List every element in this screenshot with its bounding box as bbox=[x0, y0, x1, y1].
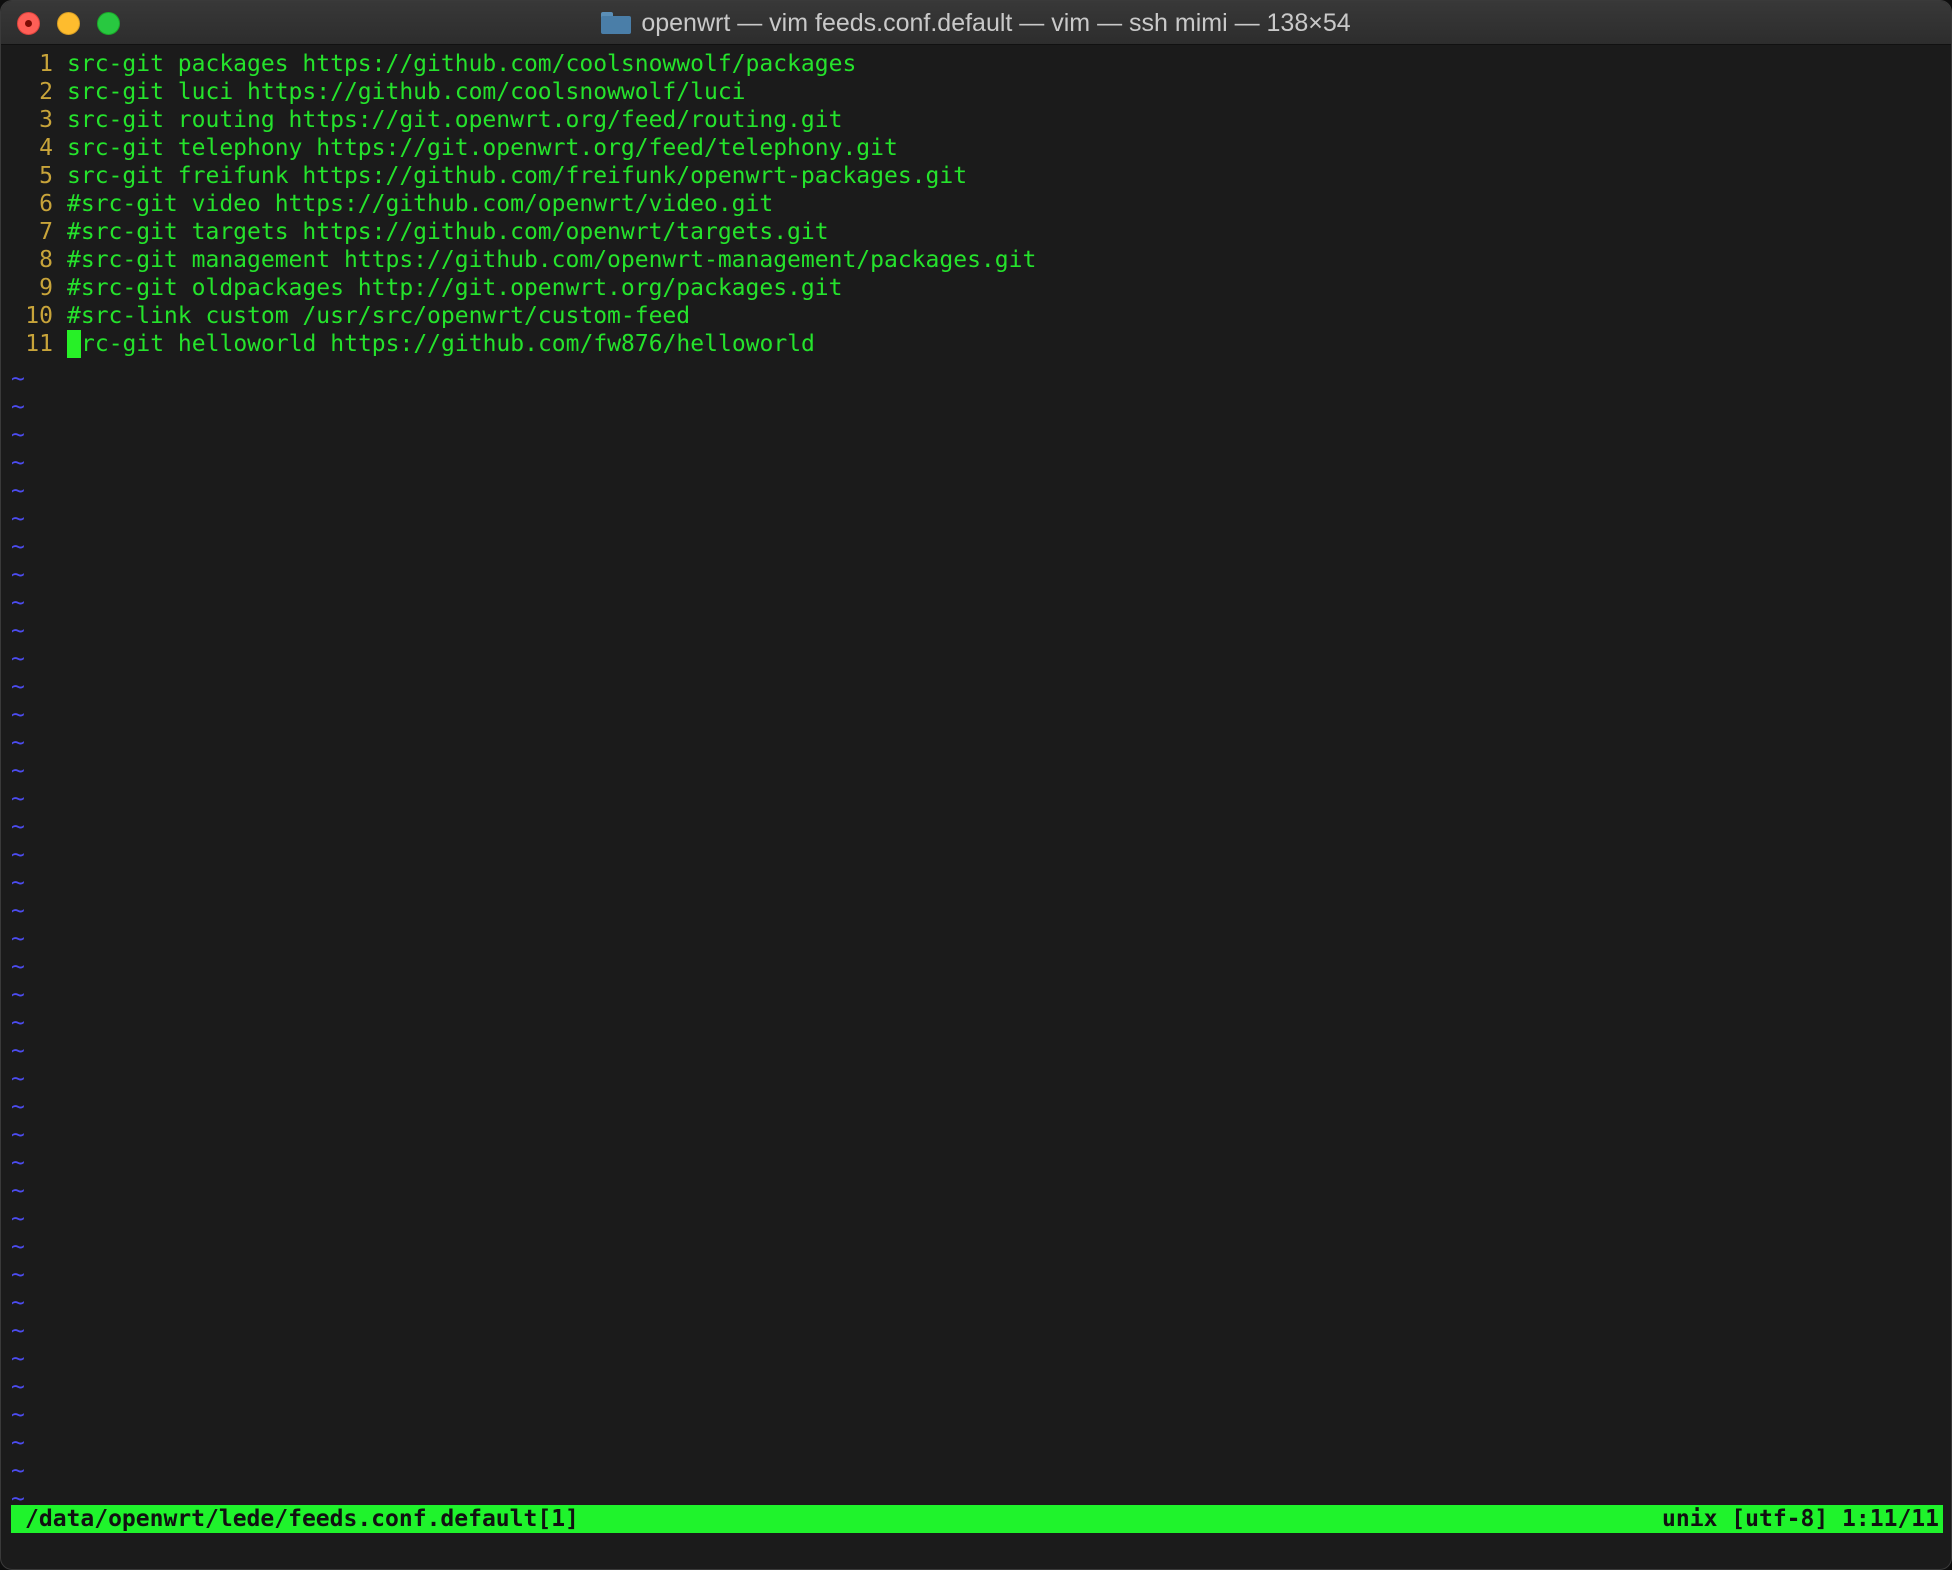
window-title: openwrt — vim feeds.conf.default — vim —… bbox=[641, 8, 1351, 37]
file-path: /data/openwrt/lede/feeds.conf.default[1] bbox=[25, 1506, 579, 1532]
empty-line-marker: ~ bbox=[11, 450, 25, 476]
code-line[interactable]: 7 #src-git targets https://github.com/ope… bbox=[1, 218, 829, 246]
line-number: 2 bbox=[39, 79, 53, 105]
empty-line-marker: ~ bbox=[11, 534, 25, 560]
folder-icon bbox=[601, 12, 632, 34]
empty-line-marker: ~ bbox=[11, 842, 25, 868]
empty-line-marker: ~ bbox=[11, 1458, 25, 1484]
empty-line-marker: ~ bbox=[11, 954, 25, 980]
line-number: 7 bbox=[39, 219, 53, 245]
line-text: #src-git video https://github.com/openwr… bbox=[67, 191, 774, 217]
empty-line-marker: ~ bbox=[11, 1178, 25, 1204]
code-line-current[interactable]: 11 rc-git helloworld https://github.com/f… bbox=[1, 330, 815, 358]
code-line[interactable]: 8 #src-git management https://github.com/… bbox=[1, 246, 1036, 274]
empty-line-marker: ~ bbox=[11, 506, 25, 532]
empty-line-marker: ~ bbox=[11, 562, 25, 588]
empty-line-marker: ~ bbox=[11, 1038, 25, 1064]
empty-line-marker: ~ bbox=[11, 758, 25, 784]
text-cursor bbox=[67, 330, 81, 358]
code-line[interactable]: 10 #src-link custom /usr/src/openwrt/cust… bbox=[1, 302, 690, 330]
empty-line-marker: ~ bbox=[11, 366, 25, 392]
empty-line-marker: ~ bbox=[11, 1430, 25, 1456]
empty-line-marker: ~ bbox=[11, 1374, 25, 1400]
file-info: unix [utf-8] 1:11/11 bbox=[1662, 1506, 1939, 1532]
empty-line-marker: ~ bbox=[11, 1402, 25, 1428]
line-text: src-git telephony https://git.openwrt.or… bbox=[67, 135, 898, 161]
line-text: src-git luci https://github.com/coolsnow… bbox=[67, 79, 746, 105]
line-number: 1 bbox=[39, 51, 53, 77]
line-number: 3 bbox=[39, 107, 53, 133]
empty-line-marker: ~ bbox=[11, 814, 25, 840]
empty-line-marker: ~ bbox=[11, 590, 25, 616]
line-number: 11 bbox=[25, 331, 53, 357]
terminal-window: openwrt — vim feeds.conf.default — vim —… bbox=[0, 0, 1952, 1570]
empty-line-marker: ~ bbox=[11, 702, 25, 728]
empty-line-marker: ~ bbox=[11, 394, 25, 420]
empty-line-marker: ~ bbox=[11, 1206, 25, 1232]
empty-line-marker: ~ bbox=[11, 1234, 25, 1260]
line-text: src-git routing https://git.openwrt.org/… bbox=[67, 107, 843, 133]
empty-line-marker: ~ bbox=[11, 730, 25, 756]
line-number: 8 bbox=[39, 247, 53, 273]
empty-line-marker: ~ bbox=[11, 786, 25, 812]
code-line[interactable]: 4 src-git telephony https://git.openwrt.o… bbox=[1, 134, 898, 162]
line-text: rc-git helloworld https://github.com/fw8… bbox=[81, 331, 815, 357]
code-line[interactable]: 1 src-git packages https://github.com/coo… bbox=[1, 50, 856, 78]
empty-line-marker: ~ bbox=[11, 1346, 25, 1372]
line-number: 5 bbox=[39, 163, 53, 189]
code-line[interactable]: 5 src-git freifunk https://github.com/fre… bbox=[1, 162, 967, 190]
title-bar[interactable]: openwrt — vim feeds.conf.default — vim —… bbox=[1, 1, 1951, 45]
code-line[interactable]: 6 #src-git video https://github.com/openw… bbox=[1, 190, 773, 218]
empty-line-marker: ~ bbox=[11, 926, 25, 952]
empty-line-marker: ~ bbox=[11, 1318, 25, 1344]
empty-line-marker: ~ bbox=[11, 618, 25, 644]
line-text: #src-git management https://github.com/o… bbox=[67, 247, 1037, 273]
empty-line-marker: ~ bbox=[11, 1122, 25, 1148]
code-line[interactable]: 2 src-git luci https://github.com/coolsno… bbox=[1, 78, 746, 106]
empty-line-marker: ~ bbox=[11, 674, 25, 700]
empty-line-marker: ~ bbox=[11, 1010, 25, 1036]
code-line[interactable]: 9 #src-git oldpackages http://git.openwrt… bbox=[1, 274, 842, 302]
code-line[interactable]: 3 src-git routing https://git.openwrt.org… bbox=[1, 106, 842, 134]
empty-line-marker: ~ bbox=[11, 870, 25, 896]
empty-line-marker: ~ bbox=[11, 1262, 25, 1288]
line-text: #src-git targets https://github.com/open… bbox=[67, 219, 829, 245]
line-text: #src-git oldpackages http://git.openwrt.… bbox=[67, 275, 843, 301]
empty-line-marker: ~ bbox=[11, 1290, 25, 1316]
line-number: 4 bbox=[39, 135, 53, 161]
empty-line-marker: ~ bbox=[11, 646, 25, 672]
line-text: src-git packages https://github.com/cool… bbox=[67, 51, 857, 77]
vim-editor[interactable]: 1 src-git packages https://github.com/coo… bbox=[1, 45, 1951, 1512]
vim-statusline: /data/openwrt/lede/feeds.conf.default[1]… bbox=[11, 1505, 1943, 1533]
empty-line-marker: ~ bbox=[11, 1066, 25, 1092]
empty-line-marker: ~ bbox=[11, 1150, 25, 1176]
line-number: 9 bbox=[39, 275, 53, 301]
empty-line-marker: ~ bbox=[11, 982, 25, 1008]
empty-line-marker: ~ bbox=[11, 898, 25, 924]
empty-line-marker: ~ bbox=[11, 422, 25, 448]
line-number: 10 bbox=[25, 303, 53, 329]
line-text: src-git freifunk https://github.com/frei… bbox=[67, 163, 968, 189]
empty-line-marker: ~ bbox=[11, 478, 25, 504]
empty-line-marker: ~ bbox=[11, 1094, 25, 1120]
line-text: #src-link custom /usr/src/openwrt/custom… bbox=[67, 303, 691, 329]
line-number: 6 bbox=[39, 191, 53, 217]
